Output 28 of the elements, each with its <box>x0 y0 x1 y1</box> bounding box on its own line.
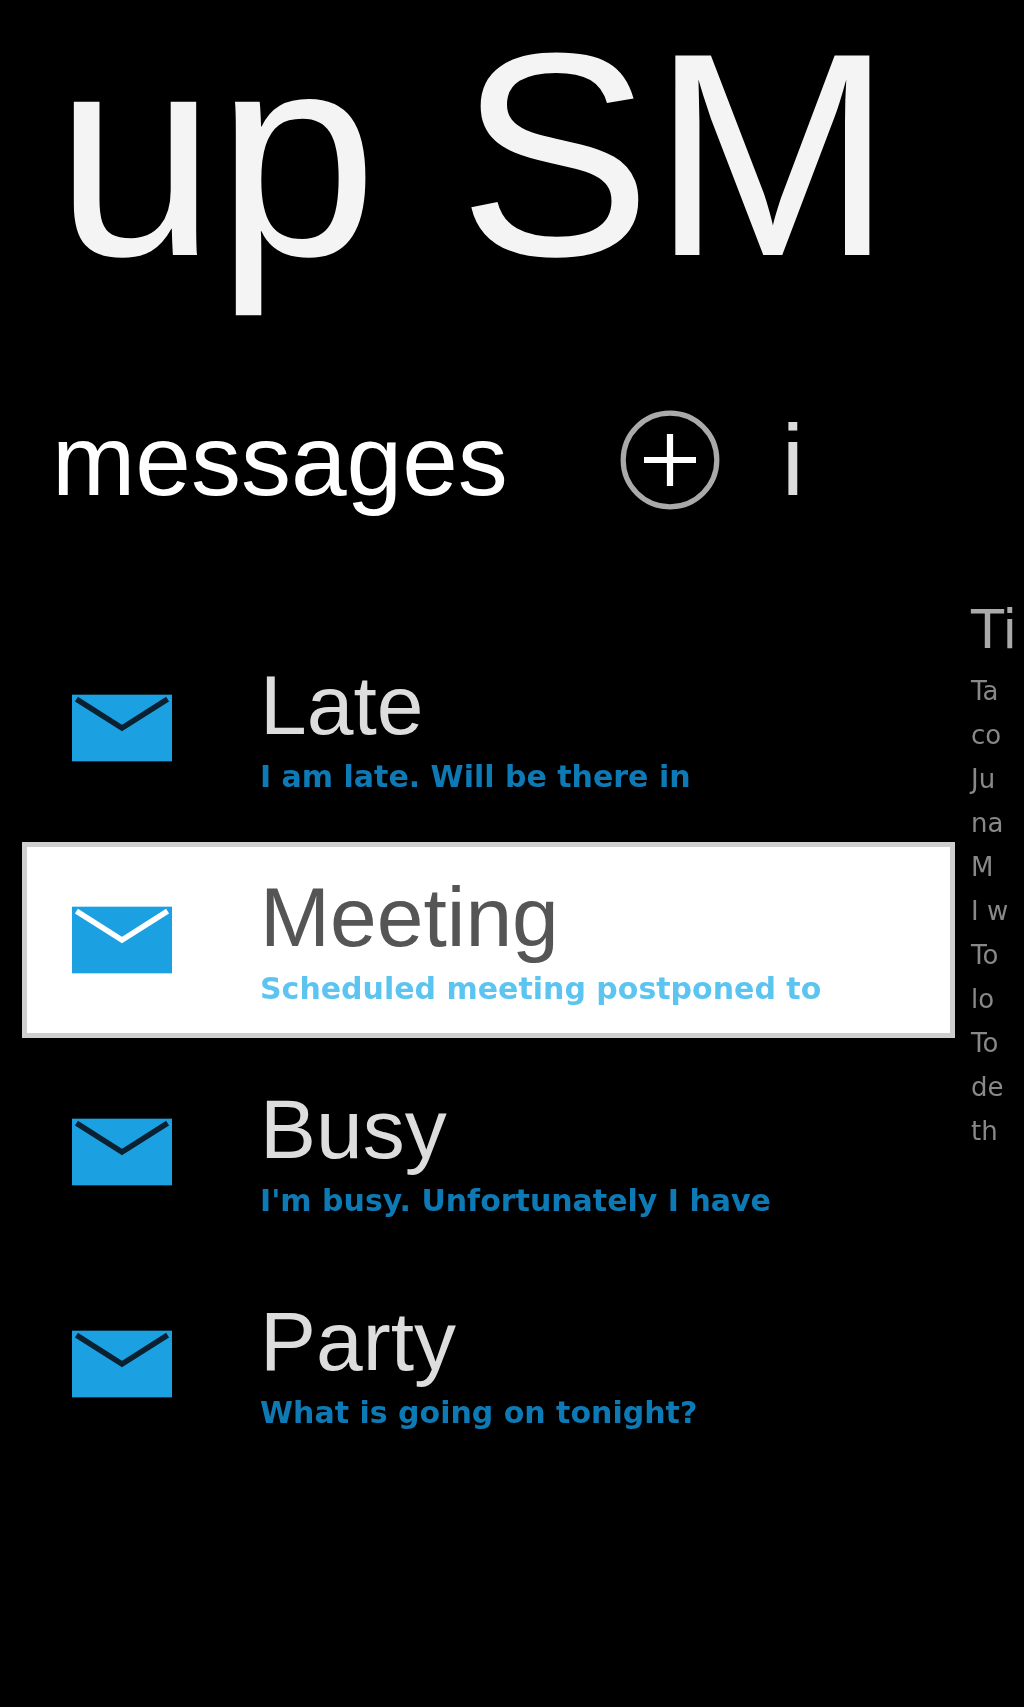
section-header: messages <box>52 402 508 518</box>
envelope-icon <box>72 694 172 762</box>
side-text: Ju <box>971 763 997 797</box>
side-text: M <box>971 851 995 885</box>
panorama-title: up SM <box>54 0 894 318</box>
message-preview: What is going on tonight? <box>260 1394 698 1430</box>
side-text: I w <box>971 895 1010 929</box>
message-item[interactable]: Busy I'm busy. Unfortunately I have <box>22 1054 955 1250</box>
message-title: Late <box>260 662 425 747</box>
side-text: na <box>971 807 1005 841</box>
message-preview: Scheduled meeting postponed to <box>260 970 822 1006</box>
side-text: To <box>971 939 1000 973</box>
side-text: Ta <box>971 675 1000 709</box>
next-section-header[interactable]: i <box>781 397 804 523</box>
message-item[interactable]: Party What is going on tonight? <box>22 1266 955 1462</box>
side-text: th <box>971 1115 999 1149</box>
envelope-icon <box>72 906 172 974</box>
envelope-icon <box>72 1330 172 1398</box>
side-text: co <box>971 719 1003 753</box>
message-preview: I'm busy. Unfortunately I have <box>260 1182 771 1218</box>
side-text: To <box>971 1027 1000 1061</box>
side-heading: Ti <box>971 600 1018 660</box>
envelope-icon <box>72 1118 172 1186</box>
side-text: de <box>971 1071 1005 1105</box>
side-text: lo <box>971 983 996 1017</box>
message-preview: I am late. Will be there in <box>260 758 691 794</box>
message-item[interactable]: Late I am late. Will be there in <box>22 630 955 826</box>
message-item-selected[interactable]: Meeting Scheduled meeting postponed to <box>22 842 955 1038</box>
